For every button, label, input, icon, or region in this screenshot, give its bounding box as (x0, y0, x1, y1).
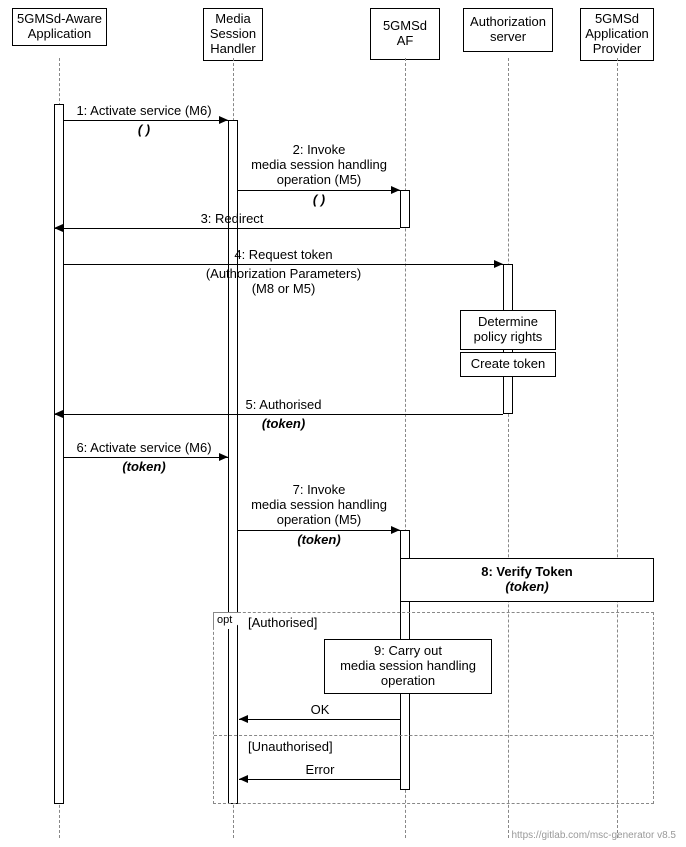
participant-msh: MediaSessionHandler (203, 8, 263, 61)
msg-7-label: 7: Invokemedia session handlingoperation… (238, 483, 400, 528)
sequence-diagram: 5GMSd-AwareApplication MediaSessionHandl… (0, 0, 686, 847)
msg-1-label: 1: Activate service (M6) (60, 104, 228, 119)
fragment-opt: opt [Authorised] 9: Carry outmedia sessi… (213, 612, 654, 804)
note-determine-rights: Determinepolicy rights (460, 310, 556, 350)
footer-credit: https://gitlab.com/msc-generator v8.5 (511, 830, 676, 841)
msg-4-sub: (Authorization Parameters)(M8 or M5) (64, 267, 503, 297)
msg-ok-label: OK (239, 703, 401, 718)
participant-auth-label: Authorizationserver (470, 14, 546, 44)
participant-af-label: 5GMSd AF (383, 18, 427, 48)
activation-af-1 (400, 190, 410, 228)
msg-3-label: 3: Redirect (64, 212, 400, 227)
msg-6-label: 6: Activate service (M6) (60, 441, 228, 456)
msg-5-args: (token) (64, 417, 503, 432)
participant-af: 5GMSd AF (370, 8, 440, 60)
fragment-opt-guard1: [Authorised] (248, 615, 317, 630)
msg-2-args: ( ) (238, 193, 400, 208)
participant-provider-label: 5GMSdApplicationProvider (585, 11, 649, 56)
msg-4-label: 4: Request token (64, 248, 503, 263)
participant-auth: Authorizationserver (463, 8, 553, 52)
participant-msh-label: MediaSessionHandler (210, 11, 256, 56)
box-verify-token: 8: Verify Token (token) (400, 558, 654, 602)
msg-6-args: (token) (60, 460, 228, 475)
participant-app-label: 5GMSd-AwareApplication (17, 11, 102, 41)
msg-5-label: 5: Authorised (64, 398, 503, 413)
box-carry-out: 9: Carry outmedia session handlingoperat… (324, 639, 492, 694)
fragment-opt-guard2: [Unauthorised] (248, 739, 333, 754)
msg-1-args: ( ) (60, 123, 228, 138)
fragment-opt-divider (214, 735, 653, 736)
msg-7-args: (token) (238, 533, 400, 548)
msg-2-label: 2: Invokemedia session handlingoperation… (238, 143, 400, 188)
msg-err-label: Error (239, 763, 401, 778)
participant-provider: 5GMSdApplicationProvider (580, 8, 654, 61)
fragment-opt-tag: opt (213, 612, 241, 629)
participant-app: 5GMSd-AwareApplication (12, 8, 107, 46)
note-create-token: Create token (460, 352, 556, 377)
